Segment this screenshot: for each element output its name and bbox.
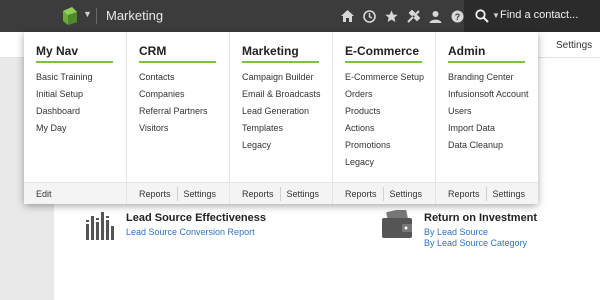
menu-footer-marketing: Reports Settings [230, 182, 332, 204]
tools-icon[interactable] [406, 9, 421, 24]
menu-heading-admin: Admin [448, 44, 486, 58]
menu-item-branding-center[interactable]: Branding Center [448, 69, 529, 86]
settings-button[interactable]: Settings [178, 187, 223, 201]
menu-item-dashboard[interactable]: Dashboard [36, 103, 93, 120]
menu-item-promotions[interactable]: Promotions [345, 137, 424, 154]
menu-item-import-data[interactable]: Import Data [448, 120, 529, 137]
reports-button[interactable]: Reports [230, 187, 280, 201]
search-icon[interactable] [475, 9, 489, 23]
menu-column-admin: Admin Branding Center Infusionsoft Accou… [436, 32, 538, 204]
star-icon[interactable] [384, 9, 399, 24]
menu-item-companies[interactable]: Companies [139, 86, 208, 103]
history-icon[interactable] [362, 9, 377, 24]
search-input[interactable]: Find a contact... [500, 9, 578, 21]
settings-button[interactable]: Settings [487, 187, 532, 201]
menu-column-my-nav: My Nav Basic Training Initial Setup Dash… [24, 32, 127, 204]
menu-item-legacy[interactable]: Legacy [242, 137, 321, 154]
settings-link[interactable]: Settings [556, 40, 592, 51]
menu-heading-e-commerce: E-Commerce [345, 44, 420, 58]
menu-column-marketing: Marketing Campaign Builder Email & Broad… [230, 32, 333, 204]
menu-item-orders[interactable]: Orders [345, 86, 424, 103]
menu-item-data-cleanup[interactable]: Data Cleanup [448, 137, 529, 154]
top-bar: ▼ Marketing ? ▼ Find a contact... [0, 0, 600, 32]
menu-heading-underline [345, 61, 422, 63]
menu-heading-crm: CRM [139, 44, 167, 58]
user-icon[interactable] [428, 9, 443, 24]
app-title: Marketing [106, 8, 164, 23]
menu-heading-underline [139, 61, 216, 63]
reports-button[interactable]: Reports [436, 187, 486, 201]
menu-item-products[interactable]: Products [345, 103, 424, 120]
menu-item-initial-setup[interactable]: Initial Setup [36, 86, 93, 103]
menu-heading-underline [36, 61, 113, 63]
menu-footer-admin: Reports Settings [436, 182, 538, 204]
menu-heading-underline [448, 61, 525, 63]
reports-button[interactable]: Reports [333, 187, 383, 201]
menu-item-legacy[interactable]: Legacy [345, 154, 424, 171]
menu-column-e-commerce: E-Commerce E-Commerce Setup Orders Produ… [333, 32, 436, 204]
settings-button[interactable]: Settings [384, 187, 429, 201]
menu-footer-my-nav: Edit [24, 182, 126, 204]
menu-item-referral-partners[interactable]: Referral Partners [139, 103, 208, 120]
menu-heading-marketing: Marketing [242, 44, 299, 58]
menu-heading-my-nav: My Nav [36, 44, 79, 58]
wallet-icon [382, 210, 412, 238]
menu-item-e-commerce-setup[interactable]: E-Commerce Setup [345, 69, 424, 86]
menu-item-basic-training[interactable]: Basic Training [36, 69, 93, 86]
menu-item-my-day[interactable]: My Day [36, 120, 93, 137]
menu-item-actions[interactable]: Actions [345, 120, 424, 137]
roi-title: Return on Investment [424, 212, 538, 224]
home-icon[interactable] [340, 9, 355, 24]
help-icon[interactable]: ? [450, 9, 465, 24]
search-options-chevron-icon[interactable]: ▼ [492, 11, 500, 20]
menu-column-crm: CRM Contacts Companies Referral Partners… [127, 32, 230, 204]
menu-item-email-broadcasts[interactable]: Email & Broadcasts [242, 86, 321, 103]
menu-footer-crm: Reports Settings [127, 182, 229, 204]
svg-text:?: ? [455, 12, 461, 22]
menu-footer-e-commerce: Reports Settings [333, 182, 435, 204]
menu-item-campaign-builder[interactable]: Campaign Builder [242, 69, 321, 86]
main-nav-dropdown: My Nav Basic Training Initial Setup Dash… [24, 32, 538, 204]
menu-item-visitors[interactable]: Visitors [139, 120, 208, 137]
menu-item-users[interactable]: Users [448, 103, 529, 120]
lead-source-title: Lead Source Effectiveness [126, 212, 267, 224]
edit-button[interactable]: Edit [24, 187, 58, 201]
roi-by-lead-source-category-link[interactable]: By Lead Source Category [424, 238, 594, 248]
roi-by-lead-source-link[interactable]: By Lead Source [424, 227, 594, 237]
header-divider [96, 8, 97, 24]
menu-heading-underline [242, 61, 319, 63]
menu-item-templates[interactable]: Templates [242, 120, 321, 137]
chevron-down-icon[interactable]: ▼ [83, 9, 92, 19]
menu-item-lead-generation[interactable]: Lead Generation [242, 103, 321, 120]
contact-search[interactable]: ▼ Find a contact... [464, 0, 600, 32]
reports-button[interactable]: Reports [127, 187, 177, 201]
menu-item-infusionsoft-account[interactable]: Infusionsoft Account [448, 86, 529, 103]
menu-item-contacts[interactable]: Contacts [139, 69, 208, 86]
lead-source-conversion-link[interactable]: Lead Source Conversion Report [126, 227, 346, 237]
app-logo-icon[interactable] [61, 7, 79, 25]
settings-button[interactable]: Settings [281, 187, 326, 201]
bar-chart-icon [86, 212, 114, 240]
header-icon-group: ? [340, 8, 465, 24]
